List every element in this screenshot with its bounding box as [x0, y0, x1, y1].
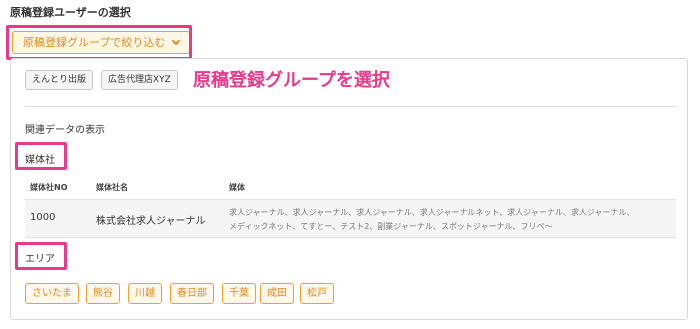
media-list-cell: 求人ジャーナル、求人ジャーナル、求人ジャーナル、求人ジャーナルネット、求人ジャー…	[229, 206, 674, 234]
related-data-label: 関連データの表示	[25, 125, 105, 136]
area-section-label: エリア	[25, 254, 55, 265]
media-list-line: メディックネット、てすとー、テスト2、副業ジャーナル、スポットジャーナル、フリペ…	[229, 222, 553, 231]
area-tag-kawagoe[interactable]: 川越	[128, 283, 162, 304]
area-tag-chiba[interactable]: 千葉	[222, 283, 256, 304]
media-table-header: 媒体社NO 媒体社名 媒体	[25, 174, 676, 199]
column-header-media: 媒体	[229, 183, 245, 192]
area-tag-saitama[interactable]: さいたま	[25, 283, 79, 304]
area-tag-matsudo[interactable]: 松戸	[300, 283, 334, 304]
area-tag-kasukabe[interactable]: 春日部	[170, 283, 214, 304]
column-header-no: 媒体社NO	[30, 183, 68, 192]
chevron-down-icon	[172, 36, 181, 46]
media-list-line: 求人ジャーナル、求人ジャーナル、求人ジャーナル、求人ジャーナルネット、求人ジャー…	[229, 208, 635, 217]
table-row: 1000 株式会社求人ジャーナル 求人ジャーナル、求人ジャーナル、求人ジャーナル…	[25, 199, 676, 238]
annotation-text: 原稿登録グループを選択	[193, 70, 390, 91]
media-section-label: 媒体社	[25, 155, 55, 166]
group-tag-entori[interactable]: えんとり出版	[25, 70, 94, 90]
area-tag-kumagaya[interactable]: 熊谷	[86, 283, 120, 304]
column-header-name: 媒体社名	[96, 183, 128, 192]
group-filter-label: 原稿登録グループで絞り込む	[23, 35, 166, 49]
media-name-cell: 株式会社求人ジャーナル	[96, 216, 206, 227]
divider	[25, 106, 676, 107]
group-tag-xyz[interactable]: 広告代理店XYZ	[101, 70, 178, 90]
media-no-cell: 1000	[30, 212, 56, 223]
page-title: 原稿登録ユーザーの選択	[10, 6, 131, 19]
area-tag-narita[interactable]: 成田	[260, 283, 294, 304]
group-filter-dropdown[interactable]: 原稿登録グループで絞り込む	[12, 31, 191, 54]
